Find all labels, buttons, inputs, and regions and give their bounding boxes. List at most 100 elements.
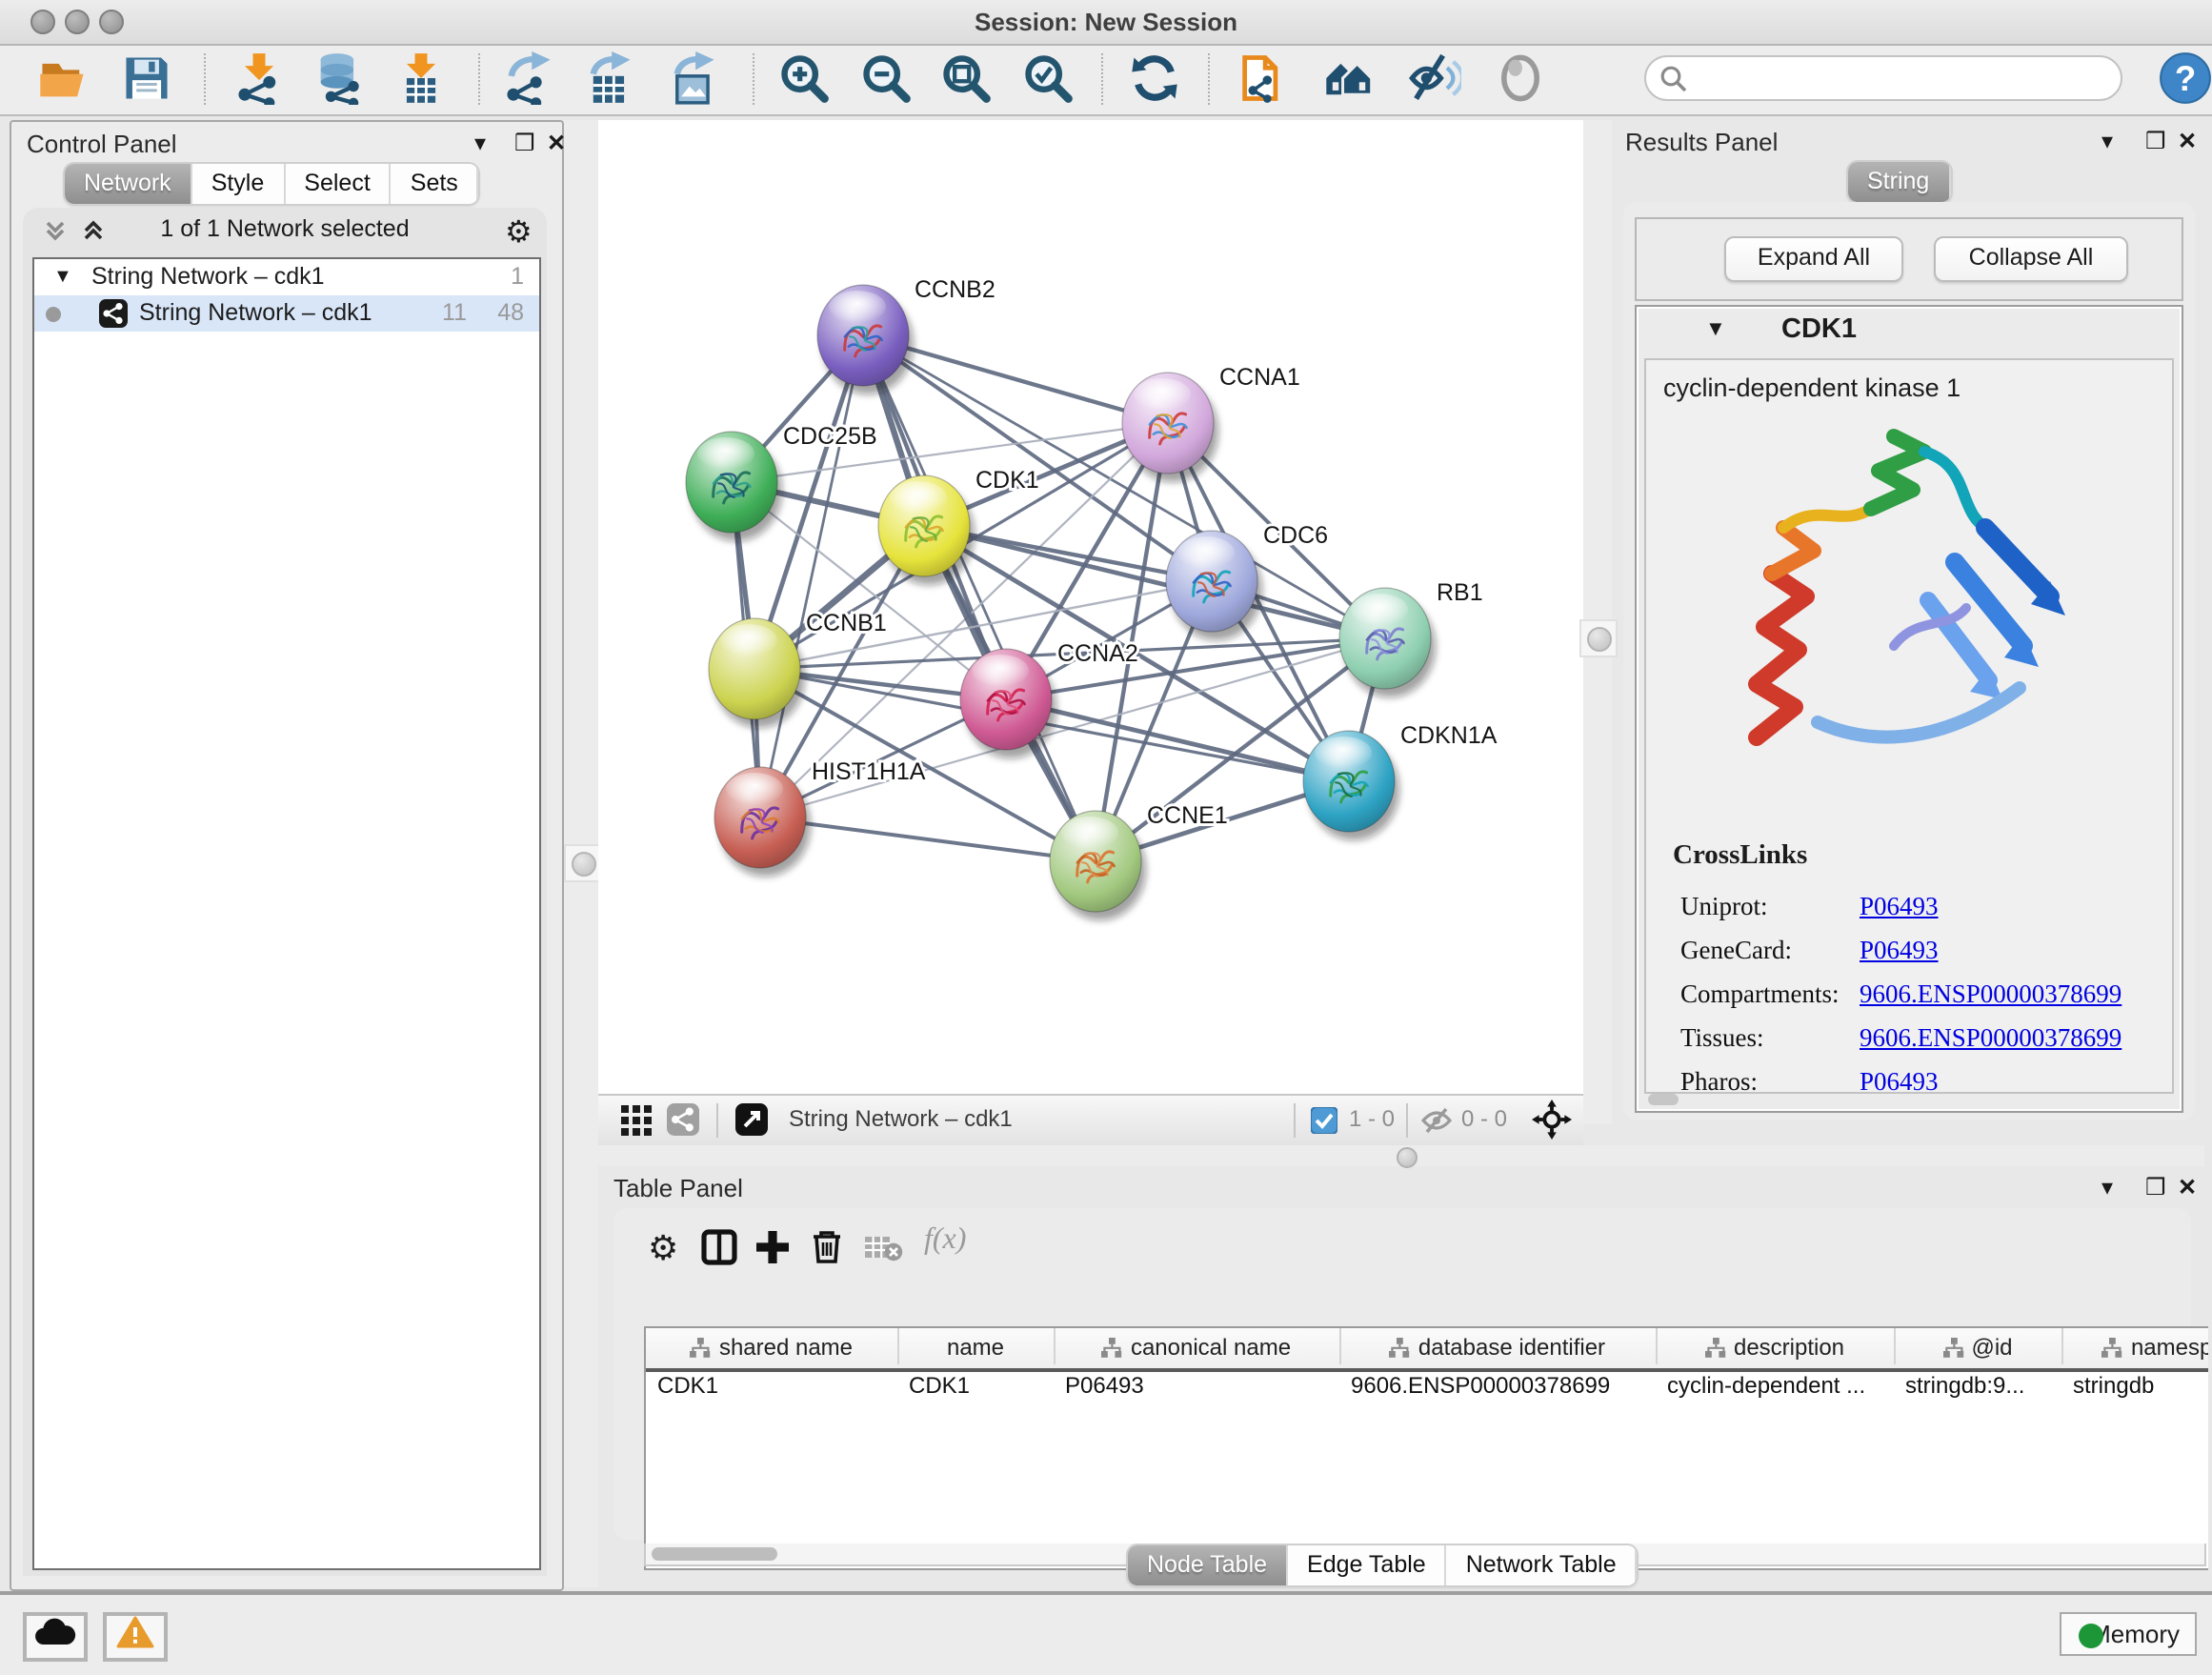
network-node-cdc25b[interactable] bbox=[686, 432, 782, 541]
crosslink-link[interactable]: 9606.ENSP00000378699 bbox=[1860, 1023, 2122, 1054]
save-session-button[interactable] bbox=[120, 51, 173, 105]
float-panel-icon[interactable]: ❒ bbox=[2145, 1176, 2166, 1199]
warning-status-button[interactable] bbox=[103, 1612, 168, 1662]
table-cell[interactable]: 9606.ENSP00000378699 bbox=[1339, 1372, 1656, 1404]
horizontal-splitter-handle[interactable] bbox=[1397, 1147, 1418, 1168]
network-canvas[interactable]: CCNB2CCNA1CDC25BCDK1CDC6RB1CCNB1CCNA2CDK… bbox=[598, 120, 1583, 1094]
tab-sets[interactable]: Sets bbox=[392, 164, 479, 204]
table-cell[interactable]: stringdb:9... bbox=[1894, 1372, 2061, 1404]
left-splitter[interactable] bbox=[564, 120, 598, 1587]
zoom-fit-button[interactable] bbox=[939, 51, 993, 105]
hide-graphics-details-button[interactable] bbox=[1408, 51, 1461, 105]
delete-column-icon[interactable] bbox=[810, 1227, 844, 1265]
crosslink-link[interactable]: P06493 bbox=[1860, 892, 1939, 922]
tab-select[interactable]: Select bbox=[285, 164, 392, 204]
network-edge[interactable] bbox=[760, 335, 863, 817]
crosslink-link[interactable]: P06493 bbox=[1860, 1067, 1939, 1094]
float-panel-icon[interactable]: ❒ bbox=[2145, 130, 2166, 152]
network-edge[interactable] bbox=[1006, 699, 1349, 781]
crosslink-link[interactable]: 9606.ENSP00000378699 bbox=[1860, 979, 2122, 1010]
table-cell[interactable]: CDK1 bbox=[646, 1372, 897, 1404]
scrollbar-thumb[interactable] bbox=[652, 1547, 777, 1561]
collapse-protein-icon[interactable]: ▼ bbox=[1705, 318, 1726, 341]
zoom-in-button[interactable] bbox=[777, 51, 831, 105]
tab-string[interactable]: String bbox=[1848, 162, 1950, 202]
column-header-description[interactable]: description bbox=[1656, 1328, 1896, 1364]
network-node-ccna1[interactable] bbox=[1122, 373, 1218, 482]
collapse-all-button[interactable]: Collapse All bbox=[1934, 236, 2128, 282]
search-input[interactable] bbox=[1696, 59, 2103, 97]
column-header-canonical-name[interactable]: canonical name bbox=[1054, 1328, 1341, 1364]
close-panel-icon[interactable]: ✕ bbox=[2178, 130, 2197, 152]
search-field[interactable] bbox=[1644, 55, 2122, 101]
home-button[interactable] bbox=[1322, 51, 1376, 105]
collection-expand-icon[interactable]: ▼ bbox=[53, 259, 72, 295]
memory-button[interactable]: Memory bbox=[2060, 1612, 2197, 1656]
table-cell[interactable]: P06493 bbox=[1054, 1372, 1339, 1404]
right-splitter[interactable] bbox=[1583, 120, 1612, 1124]
help-button[interactable]: ? bbox=[2159, 51, 2212, 105]
close-panel-icon[interactable]: ✕ bbox=[2178, 1176, 2197, 1199]
delete-table-icon[interactable] bbox=[865, 1235, 903, 1261]
open-in-window-icon[interactable] bbox=[735, 1103, 768, 1136]
column-header-namespace[interactable]: namespace bbox=[2061, 1328, 2208, 1364]
selected-checkbox-icon[interactable] bbox=[1311, 1107, 1337, 1134]
render-mode-button[interactable] bbox=[1494, 51, 1547, 105]
network-collection-row[interactable]: ▼ String Network – cdk1 1 bbox=[34, 259, 539, 295]
node-table[interactable]: shared namenamecanonical namedatabase id… bbox=[644, 1326, 2208, 1570]
table-cell[interactable]: cyclin-dependent ... bbox=[1656, 1372, 1894, 1404]
show-columns-icon[interactable] bbox=[701, 1229, 737, 1265]
toolbar-separator bbox=[1406, 1103, 1408, 1138]
export-image-button[interactable] bbox=[667, 51, 720, 105]
network-node-cdk1[interactable] bbox=[878, 475, 975, 585]
network-node-ccnb2[interactable] bbox=[817, 285, 914, 394]
results-scrollbar-thumb[interactable] bbox=[1648, 1094, 1679, 1105]
horizontal-splitter[interactable] bbox=[564, 1145, 2204, 1166]
panel-menu-icon[interactable]: ▾ bbox=[2101, 1176, 2113, 1199]
tab-network-table[interactable]: Network Table bbox=[1447, 1545, 1638, 1585]
column-header--id[interactable]: @id bbox=[1894, 1328, 2063, 1364]
network-node-rb1[interactable] bbox=[1339, 588, 1436, 697]
node-table-box: ⚙ f(x) shared namenamecanonical namedata… bbox=[613, 1208, 2191, 1540]
tab-node-table[interactable]: Node Table bbox=[1128, 1545, 1288, 1585]
zoom-selected-button[interactable] bbox=[1021, 51, 1075, 105]
network-share-icon[interactable] bbox=[667, 1103, 699, 1136]
grid-view-icon[interactable] bbox=[621, 1105, 652, 1136]
hidden-eye-icon[interactable] bbox=[1421, 1107, 1452, 1134]
network-row[interactable]: String Network – cdk1 11 48 bbox=[34, 295, 539, 332]
node-position-tool-icon[interactable] bbox=[1532, 1100, 1572, 1140]
float-panel-icon[interactable]: ❒ bbox=[514, 131, 535, 154]
add-column-icon[interactable] bbox=[754, 1229, 791, 1265]
panel-menu-icon[interactable]: ▾ bbox=[2101, 130, 2113, 152]
network-node-cdkn1a[interactable] bbox=[1303, 731, 1399, 840]
panel-menu-icon[interactable]: ▾ bbox=[474, 131, 486, 154]
zoom-out-button[interactable] bbox=[859, 51, 913, 105]
column-header-name[interactable]: name bbox=[897, 1328, 1056, 1364]
export-network-button[interactable] bbox=[501, 51, 554, 105]
network-node-ccne1[interactable] bbox=[1050, 811, 1146, 920]
open-session-button[interactable] bbox=[36, 51, 90, 105]
column-header-database-identifier[interactable]: database identifier bbox=[1339, 1328, 1658, 1364]
function-builder-icon[interactable]: f(x) bbox=[924, 1223, 966, 1258]
network-options-gear-icon[interactable]: ⚙ bbox=[505, 213, 533, 252]
network-node-ccna2[interactable] bbox=[960, 649, 1056, 758]
node-label-hist1h1a: HIST1H1A bbox=[812, 758, 926, 785]
tab-edge-table[interactable]: Edge Table bbox=[1288, 1545, 1447, 1585]
network-node-cdc6[interactable] bbox=[1166, 531, 1262, 640]
import-network-button[interactable] bbox=[232, 51, 286, 105]
tab-style[interactable]: Style bbox=[192, 164, 286, 204]
table-cell[interactable]: CDK1 bbox=[897, 1372, 1054, 1404]
column-header-shared-name[interactable]: shared name bbox=[646, 1328, 899, 1364]
left-splitter-handle[interactable] bbox=[564, 844, 602, 882]
import-network-database-button[interactable] bbox=[312, 51, 366, 105]
import-table-button[interactable] bbox=[394, 51, 448, 105]
crosslink-link[interactable]: P06493 bbox=[1860, 936, 1939, 966]
refresh-layout-button[interactable] bbox=[1128, 51, 1181, 105]
cloud-status-button[interactable] bbox=[23, 1612, 88, 1662]
table-cell[interactable]: stringdb bbox=[2061, 1372, 2208, 1404]
network-from-file-button[interactable] bbox=[1237, 51, 1290, 105]
table-options-gear-icon[interactable]: ⚙ bbox=[648, 1231, 678, 1265]
export-table-button[interactable] bbox=[583, 51, 636, 105]
expand-all-button[interactable]: Expand All bbox=[1724, 236, 1903, 282]
tab-network[interactable]: Network bbox=[65, 164, 192, 204]
